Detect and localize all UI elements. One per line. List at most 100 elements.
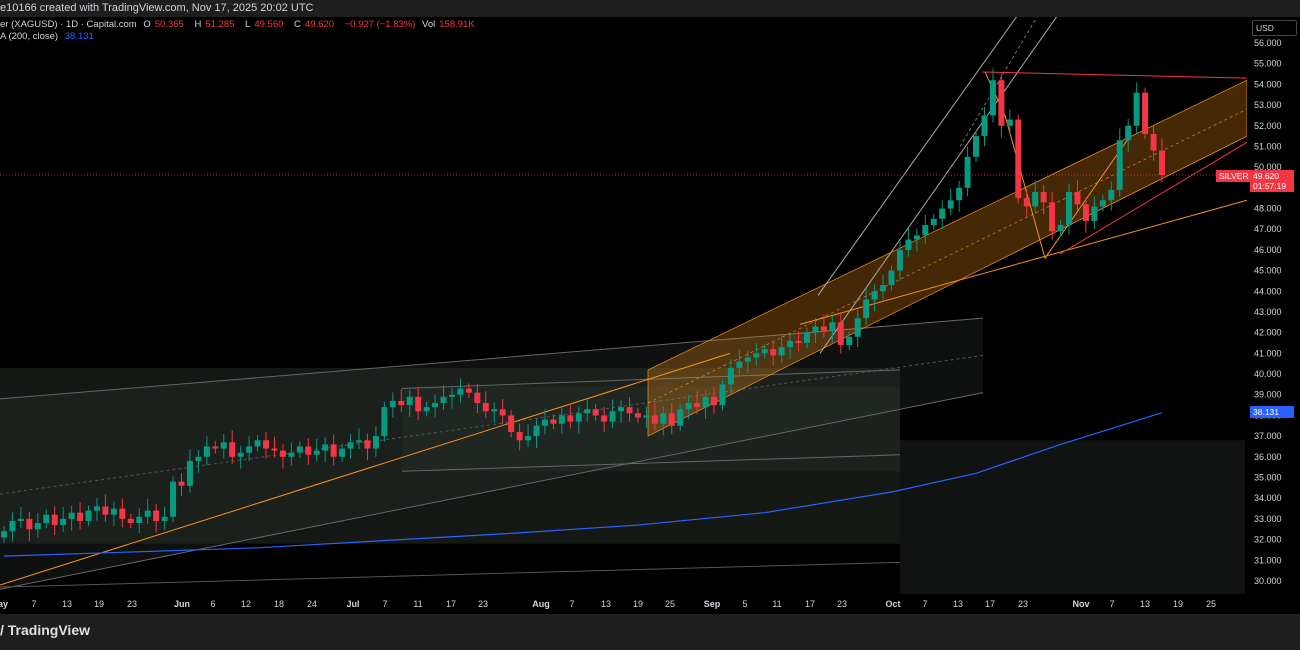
candle-body [1117,140,1123,190]
candle-body [432,403,438,407]
candle-body [491,409,497,411]
price-tick: 46.000 [1254,245,1282,255]
candle-body [263,440,269,448]
candle-body [398,401,404,405]
candle-body [534,426,540,436]
time-tick: 13 [1140,599,1150,609]
candle-body [846,337,852,345]
candle-body [601,415,607,421]
price-tick: 43.000 [1254,307,1282,317]
price-tick: 36.000 [1254,452,1282,462]
candle-body [762,349,768,353]
candle-body [1,531,7,537]
lower-line [0,562,900,587]
candle-body [407,397,413,405]
candle-body [804,333,810,343]
candle-body [221,442,227,448]
candle-body [297,446,303,452]
candle-body [855,318,861,337]
candle-body [1159,151,1165,175]
candle-body [1058,225,1064,231]
candle-body [872,291,878,299]
price-tick: 34.000 [1254,493,1282,503]
ma-indicator-value: 38.131 [65,31,94,42]
candle-body [271,449,277,451]
time-tick: 25 [1206,599,1216,609]
candle-body [897,250,903,271]
candle-body [26,519,32,529]
price-tick: 47.000 [1254,224,1282,234]
candle-body [466,389,472,393]
candle-body [889,271,895,285]
currency-selector[interactable]: USD [1252,20,1297,36]
candle-body [998,80,1004,126]
candle-body [1074,192,1080,204]
candle-body [128,519,134,523]
time-tick: 11 [413,599,422,609]
rising-channel-bottom [820,17,1060,353]
candle-body [212,446,218,448]
ma-indicator-label[interactable]: A (200, close) [0,31,58,42]
candle-body [829,322,835,330]
close-label: C [294,19,301,30]
candle-body [567,415,573,421]
candle-body [703,397,709,407]
tradingview-logo[interactable]: / TradingView [0,622,90,638]
candle-body [179,482,185,486]
candle-body [593,409,599,415]
candle-body [618,407,624,411]
candle-body [119,509,125,519]
candle-body [1024,198,1030,206]
candle-body [1007,120,1013,126]
footer: / TradingView [0,614,1300,650]
candle-body [1134,93,1140,126]
volume-value: 158.91K [439,19,474,30]
shade-box [900,440,1245,595]
candle-body [796,341,802,343]
price-tick: 51.000 [1254,141,1282,151]
time-tick: 19 [94,599,104,609]
candle-body [43,515,49,523]
candle-body [838,322,844,345]
candle-body [770,349,776,355]
time-tick: Jun [174,599,190,609]
candle-body [348,442,354,448]
candle-body [322,444,328,450]
candle-body [415,397,421,411]
candle-body [246,446,252,452]
candle-body [610,411,616,421]
candle-body [187,461,193,486]
time-tick: Oct [885,599,900,609]
candle-body [576,413,582,421]
candle-body [635,413,641,417]
time-tick: 18 [274,599,284,609]
price-tick: 35.000 [1254,472,1282,482]
close-value: 49.620 [305,19,334,30]
price-tick: 39.000 [1254,390,1282,400]
candle-body [939,209,945,219]
time-tick: 6 [210,599,215,609]
candle-body [787,341,793,347]
candle-body [162,517,168,521]
candle-body [136,517,142,523]
time-tick: 19 [1173,599,1183,609]
time-tick: 7 [382,599,387,609]
candle-body [508,415,514,432]
candle-body [69,513,75,519]
price-tick: 32.000 [1254,535,1282,545]
candle-body [483,403,489,411]
candle-body [525,436,531,440]
price-tick: 37.000 [1254,431,1282,441]
price-chart[interactable]: 56.00055.00054.00053.00052.00051.00050.0… [0,17,1300,614]
candle-body [956,188,962,200]
candle-body [145,511,151,517]
candle-body [1125,126,1131,140]
price-tick: 42.000 [1254,328,1282,338]
candle-body [170,482,176,517]
symbol-info[interactable]: er (XAGUSD) · 1D · Capital.com [0,19,137,30]
candle-body [52,515,58,525]
time-tick: 23 [127,599,137,609]
candle-body [94,506,100,510]
candle-body [550,420,556,424]
candle-body [965,157,971,188]
